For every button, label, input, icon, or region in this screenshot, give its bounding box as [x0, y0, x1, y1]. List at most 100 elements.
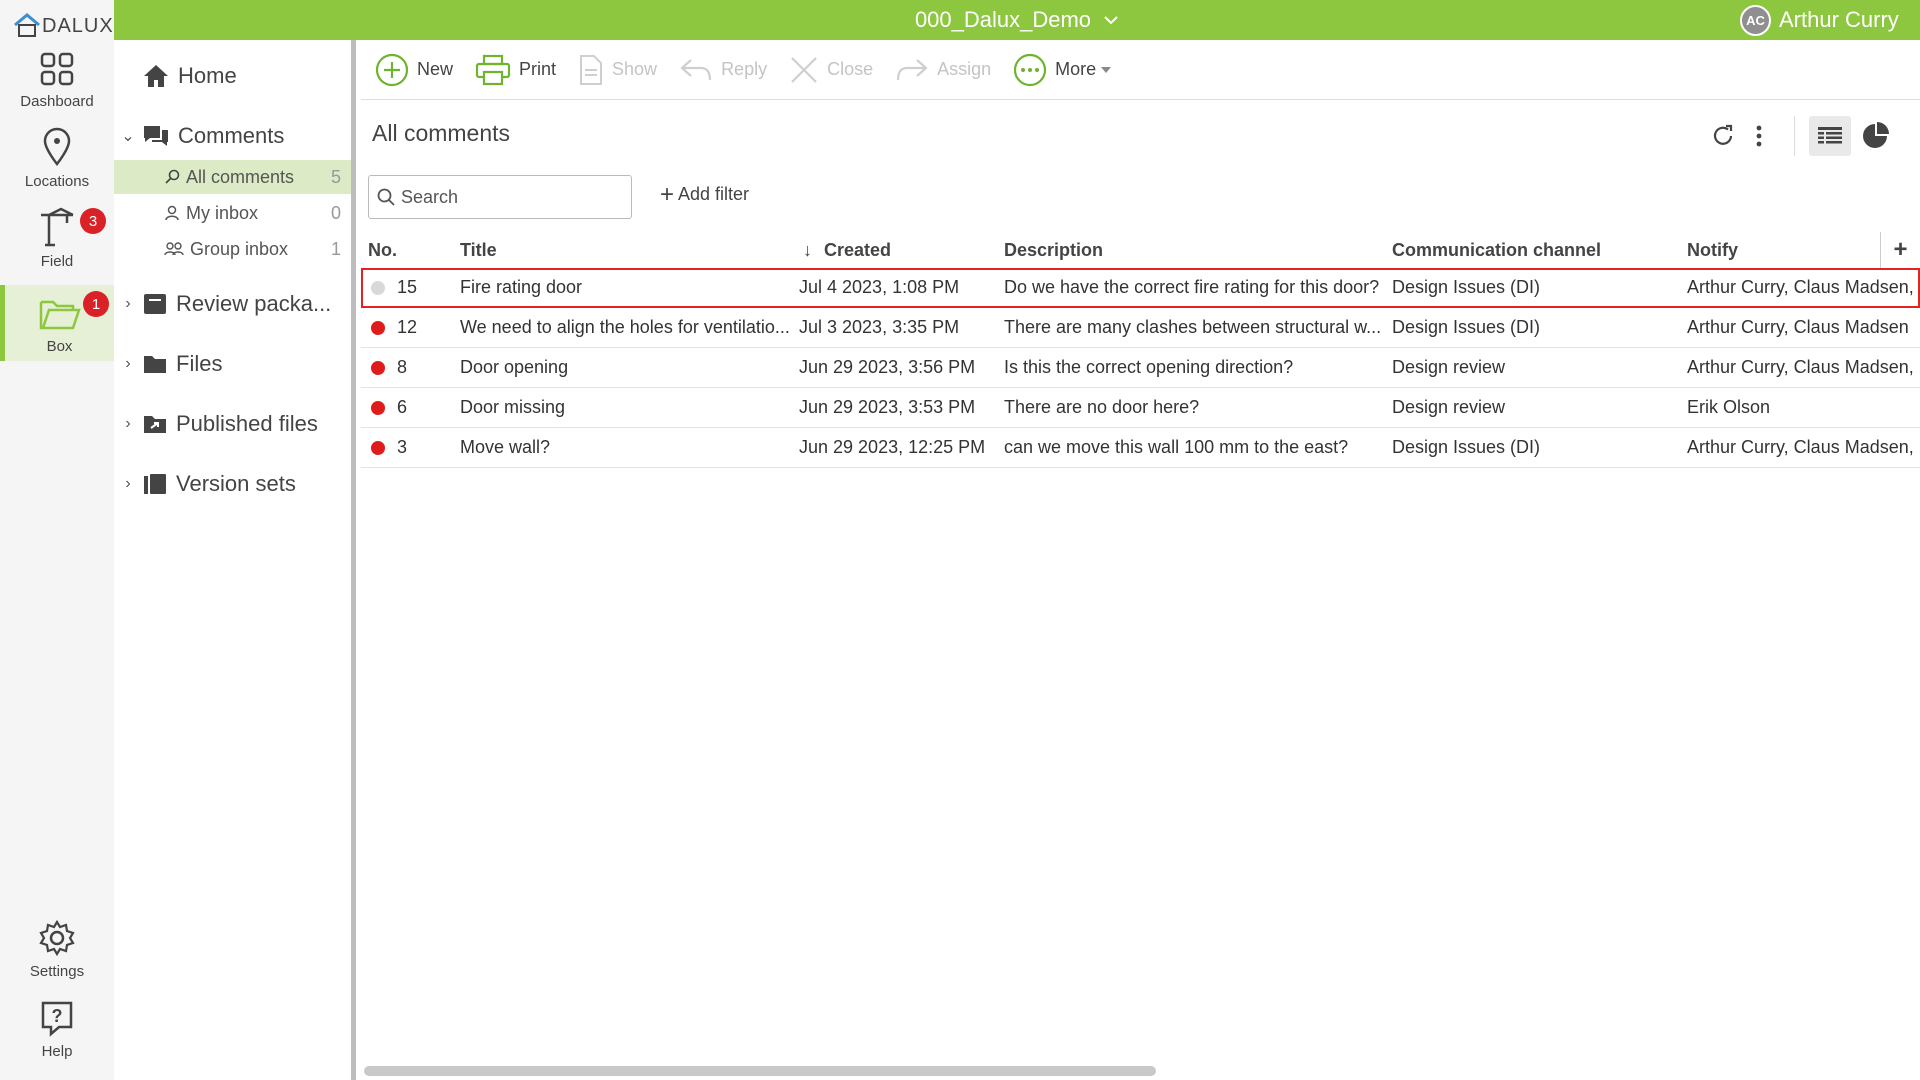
status-cell — [371, 268, 385, 307]
close-button[interactable]: Close — [789, 55, 873, 85]
col-created[interactable]: ↓ Created — [803, 232, 891, 268]
col-channel[interactable]: Communication channel — [1392, 232, 1601, 268]
cell-notify: Erik Olson — [1687, 397, 1771, 417]
list-view-button[interactable] — [1809, 116, 1851, 156]
table-row[interactable]: 15 Fire rating door Jul 4 2023, 1:08 PM Do … — [361, 268, 1920, 308]
header-actions — [1710, 116, 1889, 156]
tree-home[interactable]: Home — [114, 58, 351, 94]
status-dot — [371, 440, 385, 455]
box-badge: 1 — [83, 291, 109, 317]
tree-review-label: Review packa... — [176, 291, 332, 316]
reply-label: Reply — [721, 59, 768, 79]
status-cell — [371, 388, 385, 427]
forward-icon — [897, 58, 928, 80]
tree-my-inbox[interactable]: My inbox 0 — [114, 196, 351, 230]
rail-field-label: Field — [40, 253, 74, 270]
cell-created: Jul 4 2023, 1:08 PM — [799, 277, 960, 297]
chevron-right-icon[interactable]: › — [114, 295, 142, 313]
col-notify[interactable]: Notify — [1687, 232, 1738, 268]
new-button[interactable]: New — [375, 53, 453, 87]
close-icon — [791, 56, 817, 83]
print-button[interactable]: Print — [475, 54, 556, 86]
assign-label: Assign — [937, 59, 992, 79]
chevron-down-icon[interactable]: ⌄ — [114, 126, 142, 146]
divider — [1794, 116, 1795, 156]
tree-review-packages[interactable]: › Review packa... — [114, 286, 351, 322]
reply-button[interactable]: Reply — [679, 56, 767, 84]
table-row[interactable]: 3 Move wall? Jun 29 2023, 12:25 PM can we m… — [361, 428, 1920, 468]
home-logo-icon — [14, 13, 40, 37]
col-no[interactable]: No. — [368, 232, 397, 268]
tree-all-comments[interactable]: All comments 5 — [114, 160, 351, 194]
table-row[interactable]: 6 Door missing Jun 29 2023, 3:53 PM There a… — [361, 388, 1920, 428]
top-bar: 000_Dalux_Demo AC Arthur Curry — [114, 0, 1920, 40]
plus-icon: + — [660, 180, 675, 208]
rail-help[interactable]: ? Help — [0, 990, 114, 1066]
field-badge: 3 — [80, 208, 106, 234]
pie-chart-icon[interactable] — [1861, 122, 1889, 150]
all-comments-count: 5 — [330, 166, 341, 187]
comments-table: No. Title ↓ Created Description Communic… — [361, 232, 1920, 468]
rail-dashboard-label: Dashboard — [20, 93, 94, 110]
more-label: More — [1055, 59, 1097, 79]
add-column-button[interactable]: + — [1880, 232, 1920, 268]
cell-channel: Design Issues (DI) — [1392, 277, 1541, 297]
reply-icon — [680, 58, 712, 80]
cell-no: 12 — [397, 317, 418, 337]
show-button[interactable]: Show — [578, 54, 657, 86]
cell-created: Jun 29 2023, 12:25 PM — [799, 437, 986, 457]
refresh-icon[interactable] — [1710, 123, 1736, 149]
status-dot — [371, 320, 385, 335]
project-name: 000_Dalux_Demo — [914, 7, 1092, 32]
cell-title: We need to align the holes for ventilati… — [460, 317, 790, 337]
tree-files[interactable]: › Files — [114, 346, 351, 382]
tree-version-sets-label: Version sets — [176, 471, 296, 496]
comments-icon — [144, 126, 168, 146]
add-filter-button[interactable]: + Add filter — [660, 180, 749, 208]
cell-title: Fire rating door — [460, 277, 583, 297]
user-name: Arthur Curry — [1779, 7, 1899, 32]
table-row[interactable]: 12 We need to align the holes for ventila… — [361, 308, 1920, 348]
kebab-menu-icon[interactable] — [1754, 123, 1764, 149]
rail-settings[interactable]: Settings — [0, 910, 114, 986]
cell-notify: Arthur Curry, Claus Madsen, E — [1687, 277, 1920, 297]
home-icon — [144, 65, 168, 87]
list-view-icon — [1818, 127, 1842, 144]
assign-button[interactable]: Assign — [895, 56, 991, 84]
document-icon — [580, 54, 603, 85]
rail-locations[interactable]: Locations — [0, 120, 114, 196]
search-icon — [165, 169, 180, 184]
folder-open-icon — [39, 300, 81, 330]
rail-dashboard[interactable]: Dashboard — [0, 40, 114, 116]
user-menu[interactable]: AC Arthur Curry — [1740, 0, 1920, 40]
chevron-right-icon[interactable]: › — [114, 415, 142, 433]
add-circle-icon — [375, 53, 409, 86]
folder-icon — [144, 356, 166, 373]
chevron-down-icon — [1104, 16, 1118, 25]
horizontal-scrollbar[interactable] — [364, 1066, 1156, 1076]
col-description[interactable]: Description — [1004, 232, 1103, 268]
tree-version-sets[interactable]: › Version sets — [114, 466, 351, 502]
cell-channel: Design Issues (DI) — [1392, 437, 1541, 457]
user-icon — [165, 205, 179, 221]
chevron-right-icon[interactable]: › — [114, 475, 142, 493]
search-icon — [377, 188, 395, 206]
cell-created: Jun 29 2023, 3:53 PM — [799, 397, 976, 417]
table-row[interactable]: 8 Door opening Jun 29 2023, 3:56 PM Is this… — [361, 348, 1920, 388]
tree-comments[interactable]: ⌄ Comments — [114, 118, 351, 154]
cell-no: 3 — [397, 437, 408, 457]
tree-group-inbox[interactable]: Group inbox 1 — [114, 232, 351, 266]
cell-created: Jun 29 2023, 3:56 PM — [799, 357, 976, 377]
search-input[interactable]: Search — [368, 175, 632, 219]
project-selector[interactable]: 000_Dalux_Demo — [114, 0, 1920, 40]
cell-description: There are no door here? — [1004, 397, 1200, 417]
tree-published-files[interactable]: › Published files — [114, 406, 351, 442]
chevron-right-icon[interactable]: › — [114, 355, 142, 373]
col-title[interactable]: Title — [460, 232, 497, 268]
rail-field[interactable]: 3 Field — [0, 200, 114, 276]
my-inbox-label: My inbox — [186, 202, 259, 223]
status-dot — [371, 400, 385, 415]
more-button[interactable]: More — [1013, 53, 1120, 87]
rail-box[interactable]: 1 Box — [0, 285, 114, 361]
tree-comments-label: Comments — [178, 123, 285, 148]
